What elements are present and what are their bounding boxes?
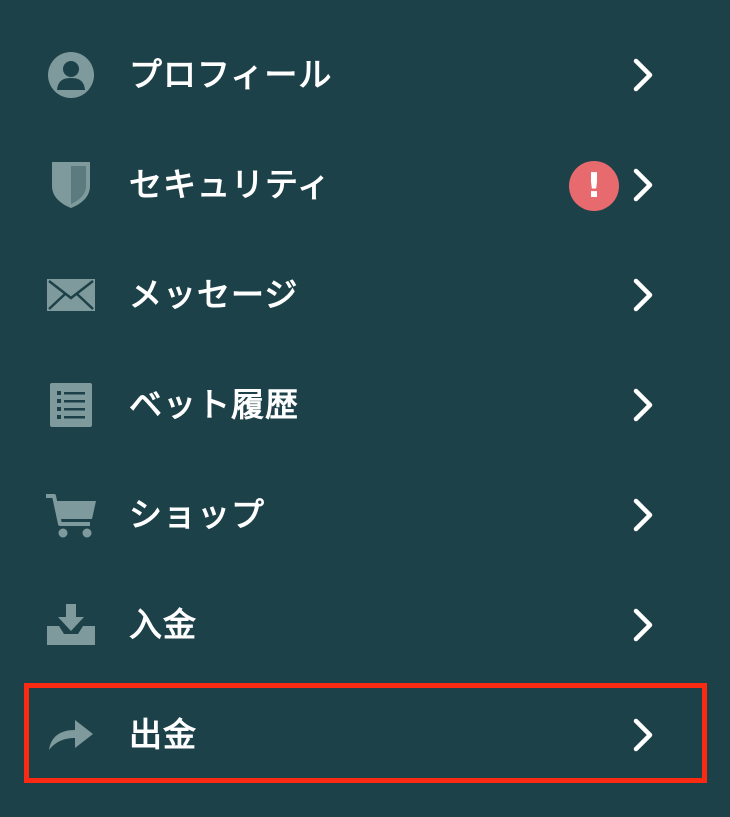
menu-item-label: メッセージ	[129, 275, 299, 314]
menu-item-label: ショップ	[129, 495, 265, 534]
account-menu: プロフィール セキュリティ ! メッセージ ベット履歴 ショップ 入金 出金	[0, 0, 730, 817]
chevron-right-icon	[633, 278, 653, 312]
download-tray-icon	[44, 597, 98, 653]
chevron-right-icon	[633, 58, 653, 92]
menu-item-security[interactable]: セキュリティ	[0, 130, 730, 240]
alert-badge: !	[569, 161, 619, 211]
person-icon	[44, 47, 98, 103]
share-arrow-icon	[44, 707, 98, 763]
shield-icon	[44, 157, 98, 213]
menu-item-bet-history[interactable]: ベット履歴	[0, 350, 730, 460]
chevron-right-icon	[633, 498, 653, 532]
menu-item-label: セキュリティ	[129, 165, 332, 204]
menu-item-shop[interactable]: ショップ	[0, 460, 730, 570]
list-icon	[44, 377, 98, 433]
chevron-right-icon	[633, 168, 653, 202]
cart-icon	[44, 487, 98, 543]
chevron-right-icon	[633, 608, 653, 642]
menu-item-label: ベット履歴	[129, 385, 299, 424]
chevron-right-icon	[633, 718, 653, 752]
menu-item-deposit[interactable]: 入金	[0, 570, 730, 680]
menu-item-label: プロフィール	[129, 55, 333, 94]
menu-item-label: 出金	[129, 715, 197, 754]
menu-item-messages[interactable]: メッセージ	[0, 240, 730, 350]
menu-item-withdraw[interactable]: 出金	[0, 680, 730, 790]
envelope-icon	[44, 267, 98, 323]
menu-item-profile[interactable]: プロフィール	[0, 20, 730, 130]
chevron-right-icon	[633, 388, 653, 422]
menu-item-label: 入金	[129, 605, 197, 644]
